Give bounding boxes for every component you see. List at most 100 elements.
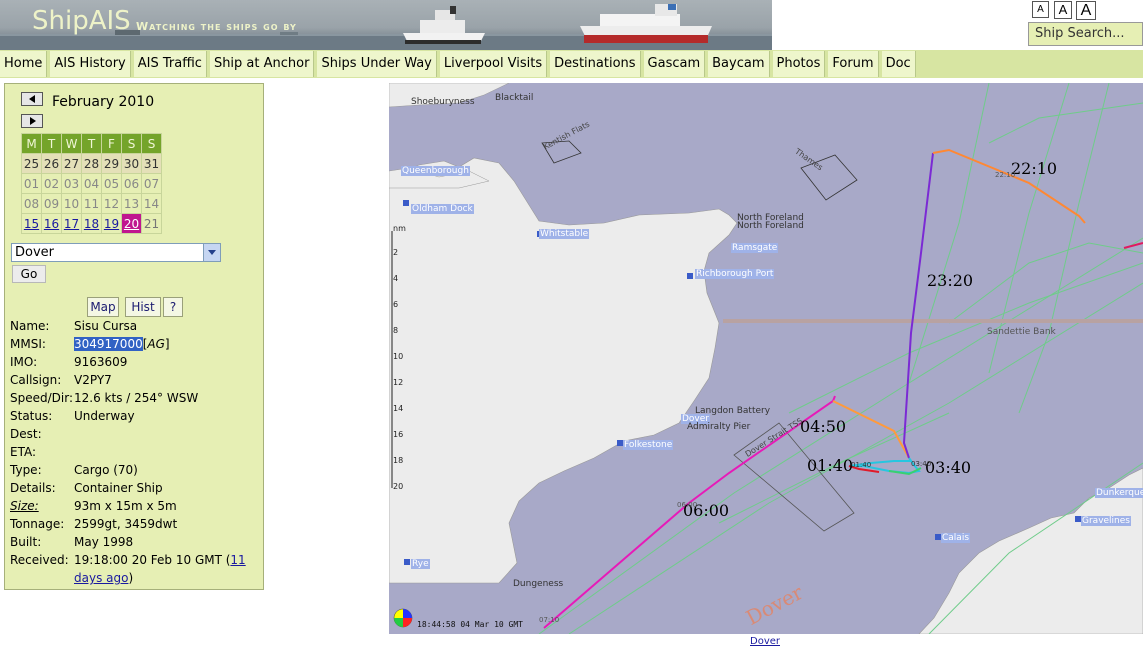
- nav-liverpool-visits[interactable]: Liverpool Visits: [439, 51, 548, 77]
- nav-baycam[interactable]: Baycam: [708, 51, 770, 77]
- map-label: Rye: [411, 559, 430, 569]
- track-time-label: 23:20: [927, 271, 974, 290]
- port-select-value: Dover: [15, 245, 54, 260]
- calendar-day: 06: [121, 173, 142, 194]
- calendar-day-link[interactable]: 19: [101, 213, 122, 234]
- prev-month-button[interactable]: [21, 92, 43, 106]
- track-small-label: 03:40: [911, 460, 932, 468]
- size-link[interactable]: Size:: [10, 497, 39, 515]
- calendar-day: 31: [141, 153, 162, 174]
- port-select[interactable]: Dover: [11, 243, 221, 262]
- map-label: North Foreland: [737, 221, 804, 231]
- help-button[interactable]: ?: [163, 297, 183, 317]
- calendar-day: 29: [101, 153, 122, 174]
- track-time-label: 01:40: [807, 456, 854, 475]
- weekday-header: M: [21, 133, 42, 154]
- field-label: ETA:: [10, 445, 37, 459]
- field-label: Tonnage:: [10, 517, 65, 531]
- map-label: Whitstable: [539, 229, 590, 239]
- nav-home[interactable]: Home: [0, 51, 48, 77]
- weekday-header: T: [81, 133, 102, 154]
- font-medium-button[interactable]: A: [1054, 1, 1072, 19]
- calendar-day-link[interactable]: 17: [61, 213, 82, 234]
- track-map[interactable]: Shoeburyness Blacktail Queenborough Oldh…: [389, 83, 1143, 634]
- ship-callsign: V2PY7: [74, 373, 112, 387]
- scale-label: 2: [393, 248, 399, 257]
- map-label: Richborough Port: [695, 269, 775, 279]
- site-logo[interactable]: ShipAIS: [32, 6, 131, 36]
- track-small-label: 07:10: [539, 616, 560, 624]
- track-time-label: 22:10: [1011, 159, 1058, 178]
- calendar-day-link[interactable]: 15: [21, 213, 42, 234]
- nav-forum[interactable]: Forum: [828, 51, 879, 77]
- map-label: Folkestone: [623, 440, 674, 450]
- ship-imo: 9163609: [74, 355, 128, 369]
- map-label: Dungeness: [513, 579, 564, 589]
- received-ago-link[interactable]: days ago: [74, 571, 128, 585]
- calendar-day-link[interactable]: 18: [81, 213, 102, 234]
- nav-ships-under-way[interactable]: Ships Under Way: [317, 51, 437, 77]
- calendar-grid: M T W T F S S 25 26 27 28 29 30 31 01 02…: [21, 133, 162, 234]
- track-time-label: 04:50: [800, 417, 847, 436]
- calendar-day: 14: [141, 193, 162, 214]
- calendar-day: 10: [61, 193, 82, 214]
- scale-label: 4: [393, 274, 399, 283]
- weekday-header: F: [101, 133, 122, 154]
- weekday-header: W: [61, 133, 82, 154]
- map-label: Admiralty Pier: [687, 422, 751, 432]
- map-label: Sandettie Bank: [987, 327, 1056, 337]
- field-label: Details:: [10, 481, 56, 495]
- nav-destinations[interactable]: Destinations: [550, 51, 641, 77]
- map-label: Gravelines: [1081, 516, 1131, 526]
- calendar-day-link[interactable]: 16: [41, 213, 62, 234]
- chevron-down-icon[interactable]: [203, 244, 220, 261]
- map-button[interactable]: Map: [87, 297, 119, 317]
- nav-ship-at-anchor[interactable]: Ship at Anchor: [209, 51, 315, 77]
- calendar-month-title: February 2010: [52, 94, 155, 110]
- field-label: Dest:: [10, 427, 42, 441]
- nav-gascam[interactable]: Gascam: [643, 51, 706, 77]
- scale-label: 8: [393, 326, 399, 335]
- arrow-right-icon: [30, 117, 36, 125]
- scale-label: 12: [393, 378, 404, 387]
- nav-photos[interactable]: Photos: [772, 51, 826, 77]
- scale-label: 20: [393, 482, 404, 491]
- site-tagline: Watching the ships go by: [136, 20, 297, 33]
- calendar-day: 12: [101, 193, 122, 214]
- ship-name: Sisu Cursa: [74, 319, 138, 333]
- nav-doc[interactable]: Doc: [881, 51, 916, 77]
- next-month-button[interactable]: [21, 114, 43, 128]
- ship-status: Underway: [74, 409, 135, 423]
- map-label: Dunkerque: [1095, 488, 1143, 498]
- calendar-day: 25: [21, 153, 42, 174]
- weekday-header: S: [121, 133, 142, 154]
- nav-ais-history[interactable]: AIS History: [50, 51, 131, 77]
- ship-search-input[interactable]: Ship Search...: [1028, 22, 1143, 46]
- nav-ais-traffic[interactable]: AIS Traffic: [133, 51, 207, 77]
- map-caption-link[interactable]: Dover: [750, 636, 780, 647]
- font-small-button[interactable]: A: [1032, 1, 1049, 18]
- calendar-day: 03: [61, 173, 82, 194]
- scale-label: 14: [393, 404, 404, 413]
- hist-button[interactable]: Hist: [125, 297, 161, 317]
- field-label: Speed/Dir:: [10, 391, 73, 405]
- calendar-day: 11: [81, 193, 102, 214]
- calendar-day: 30: [121, 153, 142, 174]
- scale-label: 6: [393, 300, 399, 309]
- scale-label: 10: [393, 352, 404, 361]
- font-large-button[interactable]: A: [1076, 1, 1096, 20]
- map-label: Blacktail: [495, 93, 534, 103]
- received-ago-link[interactable]: 11: [230, 553, 245, 567]
- scale-label: nm: [393, 224, 406, 233]
- calendar-day: 26: [41, 153, 62, 174]
- map-label: Ramsgate: [731, 243, 779, 253]
- calendar-day-selected[interactable]: 20: [121, 213, 142, 234]
- ship-built: May 1998: [74, 535, 134, 549]
- main-nav: Home AIS History AIS Traffic Ship at Anc…: [0, 50, 1143, 78]
- scale-label: 16: [393, 430, 404, 439]
- field-label: Built:: [10, 535, 42, 549]
- calendar-day: 21: [141, 213, 162, 234]
- go-button[interactable]: Go: [12, 265, 46, 283]
- ship-received: 19:18:00 20 Feb 10 GMT (: [74, 553, 231, 567]
- ship-tonnage: 2599gt, 3459dwt: [74, 517, 178, 531]
